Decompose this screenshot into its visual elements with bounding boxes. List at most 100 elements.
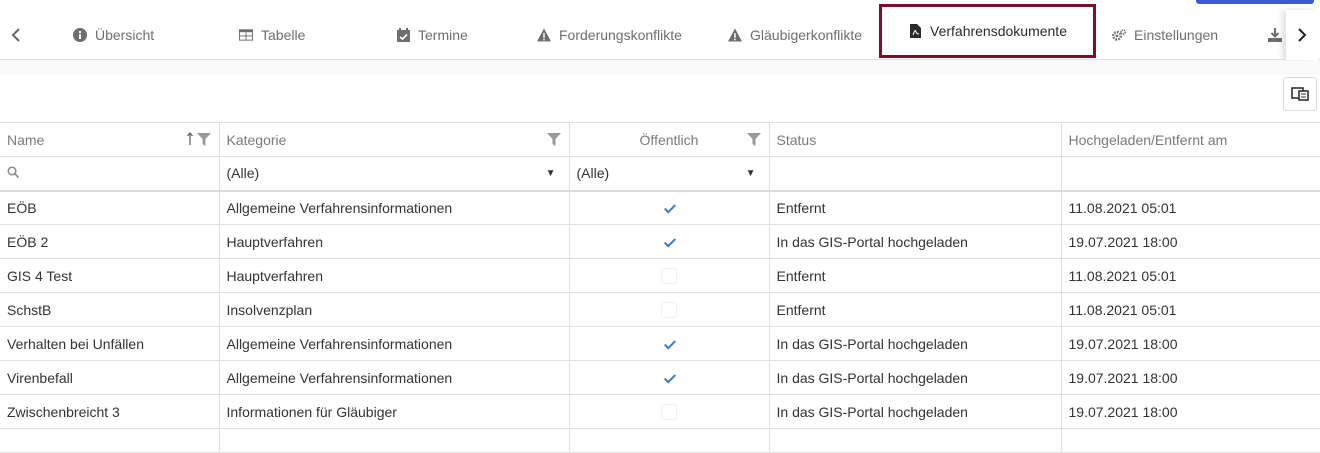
cell-date: 11.08.2021 05:01 [1060,292,1320,327]
info-circle-icon [73,28,87,42]
tab-label: Einstellungen [1134,27,1219,43]
column-header-label: Kategorie [226,131,287,148]
tab-einstellungen[interactable]: Einstellungen [1112,10,1218,60]
category-filter-value: (Alle) [226,165,260,182]
download-icon [1268,28,1282,42]
cell-category: Informationen für Gläubiger [218,394,570,429]
scroll-left-button[interactable] [0,10,32,60]
tab-verfahrensdokumente[interactable]: Verfahrensdokumente [879,4,1096,58]
cell-public [568,326,770,361]
documents-table: Name Kategorie Öffentlich Status Hochgel… [0,122,1320,453]
table-row[interactable]: Verhalten bei Unfällen Allgemeine Verfahr… [0,326,1320,361]
tab-termine[interactable]: Termine [396,10,468,60]
table-icon [239,28,253,42]
cell-date: 19.07.2021 18:00 [1060,224,1320,259]
tab-label: Termine [418,27,468,43]
filter-icon[interactable] [196,133,211,146]
cell-name: SchstB [0,292,220,327]
cell-name: GIS 4 Test [0,258,220,293]
cell-date: 19.07.2021 18:00 [1060,326,1320,361]
public-checkbox[interactable] [661,404,677,421]
top-action-button-edge[interactable] [1196,0,1314,4]
category-filter-select[interactable]: (Alle) ▼ [218,156,570,192]
cell-date: 19.07.2021 18:00 [1060,360,1320,395]
column-header-label: Name [7,131,45,148]
table-row[interactable]: Zwischenbreicht 3 Informationen für Gläub… [0,394,1320,429]
filter-row: (Alle) ▼ (Alle) ▼ [0,156,1320,192]
table-row[interactable]: EÖB Allgemeine Verfahrensinformationen Ent… [0,190,1320,225]
column-chooser-button[interactable] [1283,77,1317,111]
column-header-kategorie[interactable]: Kategorie [218,122,570,157]
tab-glaeubigerkonflikte[interactable]: Gläubigerkonflikte [728,10,862,60]
cell-public [568,190,770,225]
cell-name: Virenbefall [0,360,220,395]
cell-date: 11.08.2021 05:01 [1060,190,1320,225]
cell-public [568,258,770,293]
table-row[interactable]: GIS 4 Test Hauptverfahren Entfernt 11.08.20… [0,258,1320,293]
cell-category: Allgemeine Verfahrensinformationen [218,360,570,395]
tab-label: Gläubigerkonflikte [750,27,863,43]
public-checkbox[interactable] [661,302,677,319]
name-search-cell[interactable] [0,156,220,192]
filter-icon[interactable] [746,133,761,146]
pdf-file-icon [908,24,922,38]
public-checkbox[interactable] [661,200,677,216]
gears-icon [1112,28,1126,42]
tab-label: Übersicht [95,27,155,43]
grid-toolbar [0,61,1320,75]
cell-category: Hauptverfahren [218,224,570,259]
cell-public [568,224,770,259]
cell-category: Hauptverfahren [218,258,570,293]
column-chooser-icon [1291,87,1309,101]
table-row[interactable]: Virenbefall Allgemeine Verfahrensinformat… [0,360,1320,395]
public-filter-select[interactable]: (Alle) ▼ [568,156,770,192]
column-header-label: Hochgeladen/Entfernt am [1068,131,1228,148]
search-icon [7,166,20,179]
tab-bar: Übersicht Tabelle Termine Forderungskonf… [0,4,1320,60]
cell-public [568,292,770,327]
public-checkbox[interactable] [661,268,677,285]
tab-uebersicht[interactable]: Übersicht [73,10,154,60]
tab-tabelle[interactable]: Tabelle [239,10,305,60]
scroll-right-button[interactable] [1286,10,1318,60]
cell-date: 19.07.2021 18:00 [1060,394,1320,429]
cell-status: Entfernt [768,292,1062,327]
public-filter-value: (Alle) [576,165,610,182]
date-filter-cell[interactable] [1060,156,1320,192]
tab-forderungskonflikte[interactable]: Forderungskonflikte [537,10,682,60]
column-header-name[interactable]: Name [0,122,220,157]
filter-icon[interactable] [546,133,561,146]
column-header-oeffentlich[interactable]: Öffentlich [568,122,770,157]
cell-status: In das GIS-Portal hochgeladen [768,224,1062,259]
cell-name: Verhalten bei Unfällen [0,326,220,361]
cell-name: Zwischenbreicht 3 [0,394,220,429]
table-row[interactable]: EÖB 2 Hauptverfahren In das GIS-Portal hoc… [0,224,1320,259]
cell-public [568,360,770,395]
chevron-left-icon [11,28,20,42]
public-checkbox[interactable] [661,370,677,386]
cell-status: In das GIS-Portal hochgeladen [768,394,1062,429]
status-filter-cell[interactable] [768,156,1062,192]
dropdown-arrow-icon: ▼ [745,167,756,179]
cell-status: In das GIS-Portal hochgeladen [768,360,1062,395]
table-row[interactable]: SchstB Insolvenzplan Entfernt 11.08.2021 05… [0,292,1320,327]
public-checkbox[interactable] [661,336,677,352]
public-checkbox[interactable] [661,234,677,250]
warning-triangle-icon [728,28,742,42]
chevron-right-icon [1298,28,1307,42]
column-header-label: Status [776,131,817,148]
cell-status: Entfernt [768,258,1062,293]
cell-date: 11.08.2021 05:01 [1060,258,1320,293]
cell-status: In das GIS-Portal hochgeladen [768,326,1062,361]
dropdown-arrow-icon: ▼ [545,167,556,179]
column-header-status[interactable]: Status [768,122,1062,157]
cell-category: Allgemeine Verfahrensinformationen [218,326,570,361]
cell-name: EÖB [0,190,220,225]
cell-name: EÖB 2 [0,224,220,259]
tab-label: Verfahrensdokumente [930,23,1067,39]
column-header-hochgeladen[interactable]: Hochgeladen/Entfernt am [1060,122,1320,157]
cell-category: Allgemeine Verfahrensinformationen [218,190,570,225]
cell-category: Insolvenzplan [218,292,570,327]
sort-ascending-icon[interactable] [186,132,193,146]
warning-triangle-icon [537,28,551,42]
